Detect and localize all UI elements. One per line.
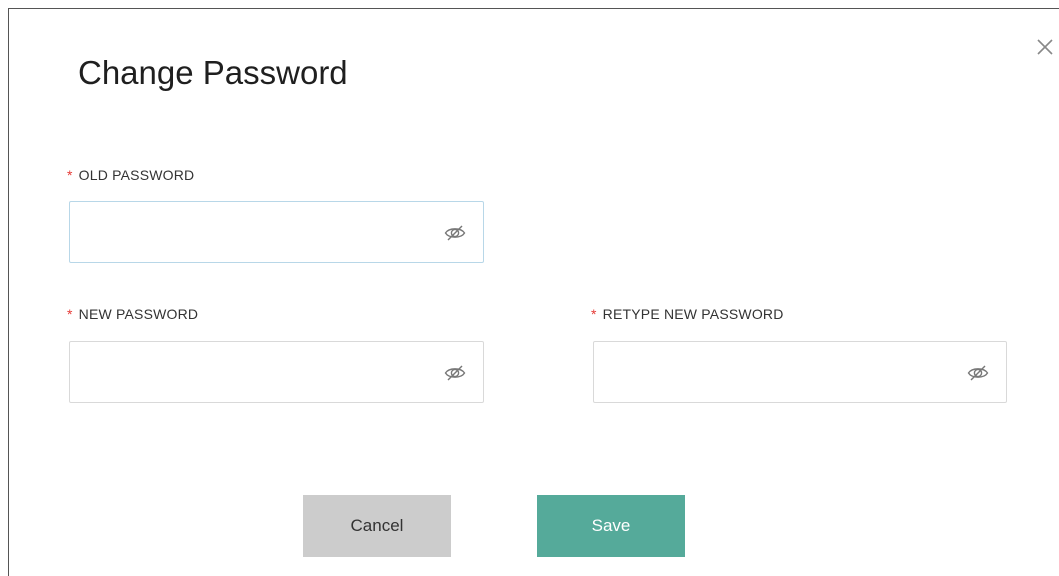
old-password-label-text: OLD PASSWORD (78, 167, 195, 183)
old-password-label: * OLD PASSWORD (67, 166, 194, 184)
required-marker: * (67, 306, 73, 322)
required-marker: * (67, 167, 73, 183)
retype-password-field[interactable] (593, 341, 1007, 403)
new-password-label: * NEW PASSWORD (67, 305, 198, 323)
change-password-dialog: Change Password * OLD PASSWORD * NEW PASSW… (8, 8, 1059, 576)
retype-password-input[interactable] (594, 342, 956, 402)
retype-password-label-text: RETYPE NEW PASSWORD (602, 306, 784, 322)
new-password-field[interactable] (69, 341, 484, 403)
retype-password-label: * RETYPE NEW PASSWORD (591, 305, 784, 323)
old-password-input[interactable] (70, 202, 433, 262)
new-password-label-text: NEW PASSWORD (78, 306, 199, 322)
eye-off-icon[interactable] (966, 361, 990, 385)
cancel-button[interactable]: Cancel (303, 495, 451, 557)
required-marker: * (591, 306, 597, 322)
save-button[interactable]: Save (537, 495, 685, 557)
dialog-title: Change Password (78, 54, 348, 91)
new-password-input[interactable] (70, 342, 433, 402)
eye-off-icon[interactable] (443, 221, 467, 245)
eye-off-icon[interactable] (443, 361, 467, 385)
close-icon[interactable] (1033, 35, 1057, 59)
old-password-field[interactable] (69, 201, 484, 263)
close-button[interactable] (1033, 35, 1057, 59)
